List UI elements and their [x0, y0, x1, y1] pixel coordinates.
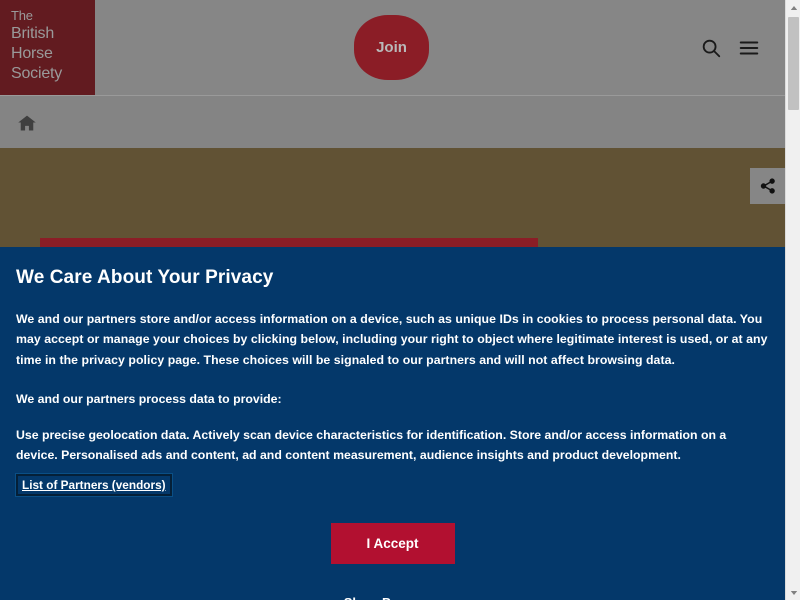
- hero-image: [0, 148, 785, 247]
- privacy-banner-subheading: We and our partners process data to prov…: [16, 391, 282, 406]
- privacy-banner-purposes: Use precise geolocation data. Actively s…: [16, 427, 727, 463]
- hamburger-menu-icon[interactable]: [738, 37, 760, 59]
- browser-page: The British Horse Society Join We Care A…: [0, 0, 800, 600]
- vertical-scrollbar[interactable]: [785, 0, 800, 600]
- privacy-consent-banner: We Care About Your Privacy We and our pa…: [0, 247, 785, 600]
- hero-accent-bar: [40, 238, 538, 247]
- brand-logo[interactable]: The British Horse Society: [0, 0, 95, 95]
- breadcrumb: [0, 95, 785, 148]
- page-viewport: The British Horse Society Join We Care A…: [0, 0, 785, 600]
- scrollbar-thumb[interactable]: [788, 17, 799, 110]
- logo-line-2: British: [11, 25, 55, 42]
- accept-button[interactable]: I Accept: [330, 522, 455, 564]
- privacy-banner-title: We Care About Your Privacy: [16, 267, 274, 288]
- share-icon[interactable]: [750, 168, 785, 204]
- show-purposes-row: Show Purposes: [16, 594, 769, 600]
- list-of-partners-link[interactable]: List of Partners (vendors): [15, 472, 173, 497]
- scroll-up-arrow-icon[interactable]: [786, 0, 800, 15]
- site-header: The British Horse Society Join: [0, 0, 785, 95]
- home-icon[interactable]: [17, 113, 37, 133]
- accept-button-row: I Accept: [16, 522, 769, 564]
- logo-line-3: Horse: [11, 45, 53, 62]
- show-purposes-button[interactable]: Show Purposes: [344, 595, 442, 600]
- privacy-banner-description: We and our partners store and/or access …: [16, 312, 768, 367]
- search-icon[interactable]: [700, 37, 722, 59]
- logo-line-4: Society: [11, 65, 63, 82]
- scroll-down-arrow-icon[interactable]: [786, 585, 800, 600]
- join-button[interactable]: Join: [354, 15, 429, 80]
- logo-line-1: The: [11, 8, 33, 23]
